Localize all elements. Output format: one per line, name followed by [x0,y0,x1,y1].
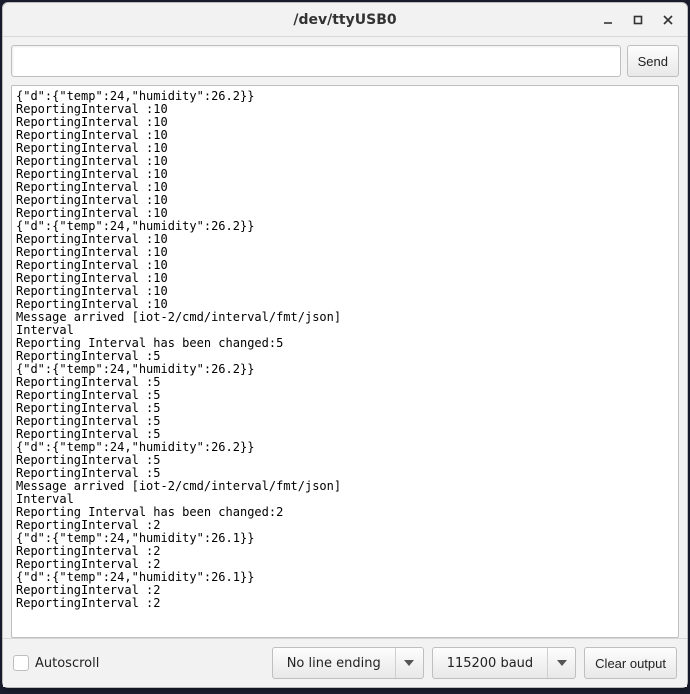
checkbox-box [13,655,29,671]
close-icon [662,14,674,26]
serial-output[interactable]: {"d":{"temp":24,"humidity":26.2}} Report… [11,85,679,638]
bottom-toolbar: Autoscroll No line ending 115200 baud Cl… [3,638,687,687]
baud-dropdown[interactable]: 115200 baud [432,647,576,679]
line-ending-label: No line ending [273,648,395,678]
titlebar: /dev/ttyUSB0 [3,3,687,37]
serial-monitor-window: /dev/ttyUSB0 Send {"d":{"temp":24,"humid… [2,2,688,688]
close-button[interactable] [655,7,681,33]
send-toolbar: Send [3,37,687,85]
titlebar-controls [595,3,681,36]
line-ending-dropdown[interactable]: No line ending [272,647,424,679]
clear-output-button[interactable]: Clear output [584,647,677,679]
chevron-down-icon [547,648,575,678]
minimize-icon [602,14,614,26]
minimize-button[interactable] [595,7,621,33]
autoscroll-label: Autoscroll [35,656,99,671]
window-title: /dev/ttyUSB0 [293,12,396,28]
chevron-down-icon [395,648,423,678]
baud-label: 115200 baud [433,648,547,678]
send-button[interactable]: Send [627,45,679,77]
serial-input[interactable] [11,45,621,77]
maximize-button[interactable] [625,7,651,33]
maximize-icon [632,14,644,26]
autoscroll-checkbox[interactable]: Autoscroll [13,655,99,671]
